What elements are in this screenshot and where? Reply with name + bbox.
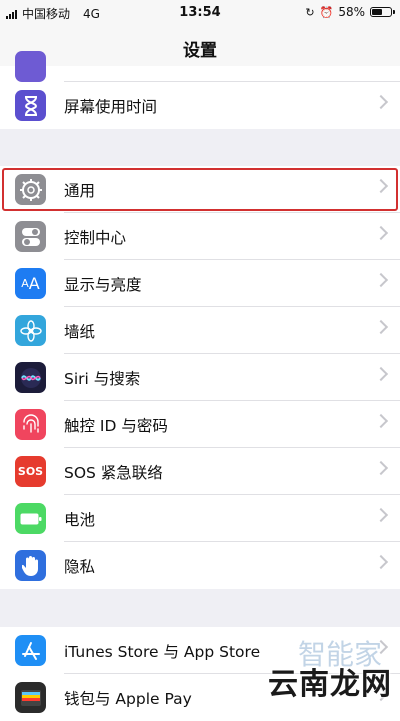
siri-icon (15, 362, 46, 393)
settings-row-label: 墙纸 (64, 322, 96, 341)
settings-row-battery[interactable]: 电池 (0, 495, 400, 542)
settings-row-sos[interactable]: SOS SOS 紧急联络 (0, 448, 400, 495)
text-size-icon: AA (15, 268, 46, 299)
highlight-box (2, 168, 398, 211)
partial-row-above (0, 51, 400, 82)
chevron-right-icon (373, 94, 389, 110)
settings-group-1: 屏幕使用时间 (0, 82, 400, 129)
flower-icon (15, 315, 46, 346)
wallet-icon (15, 682, 46, 713)
settings-row-display[interactable]: AA 显示与亮度 (0, 260, 400, 307)
chevron-right-icon (373, 225, 389, 241)
settings-row-label: 隐私 (64, 557, 96, 576)
navigation-bar: 设置 (0, 26, 400, 66)
settings-row-general[interactable]: 通用 (0, 166, 400, 213)
partial-icon (15, 51, 46, 82)
settings-group-2: 通用 控制中心 AA 显示与亮度 墙纸 Siri 与搜索 触控 ID 与密码 S… (0, 166, 400, 589)
chevron-right-icon (373, 554, 389, 570)
settings-row-wallpaper[interactable]: 墙纸 (0, 307, 400, 354)
settings-row-label: 钱包与 Apple Pay (64, 689, 192, 708)
battery-icon (15, 503, 46, 534)
chevron-right-icon (373, 272, 389, 288)
settings-row-label: SOS 紧急联络 (64, 463, 163, 482)
settings-row-label: 通用 (64, 181, 96, 200)
settings-row-touch-id[interactable]: 触控 ID 与密码 (0, 401, 400, 448)
status-right: ↻ ⏰ 58% (305, 5, 395, 19)
settings-row-siri[interactable]: Siri 与搜索 (0, 354, 400, 401)
settings-row-label: iTunes Store 与 App Store (64, 642, 261, 661)
chevron-right-icon (373, 460, 389, 476)
chevron-right-icon (373, 319, 389, 335)
battery-fill (372, 9, 382, 15)
sos-icon: SOS (15, 456, 46, 487)
settings-row-privacy[interactable]: 隐私 (0, 542, 400, 589)
settings-row-label: 电池 (64, 510, 96, 529)
settings-row-control-center[interactable]: 控制中心 (0, 213, 400, 260)
fingerprint-icon (15, 409, 46, 440)
alarm-icon: ⏰ (319, 5, 334, 19)
watermark: 云南龙网 (268, 667, 392, 702)
settings-row-label: 控制中心 (64, 228, 127, 247)
battery-percent: 58% (338, 5, 365, 19)
settings-row-label: 屏幕使用时间 (64, 97, 158, 116)
chevron-right-icon (373, 366, 389, 382)
hand-icon (15, 550, 46, 581)
app-store-icon (15, 635, 46, 666)
page-title: 设置 (183, 41, 217, 61)
status-bar: 中国移动 4G 13:54 ↻ ⏰ 58% (0, 0, 400, 26)
settings-row-screen-time[interactable]: 屏幕使用时间 (0, 82, 400, 129)
toggle-icon (15, 221, 46, 252)
battery-indicator-icon (370, 7, 395, 17)
chevron-right-icon (373, 413, 389, 429)
settings-row-label: 触控 ID 与密码 (64, 416, 168, 435)
chevron-right-icon (373, 178, 389, 194)
chevron-right-icon (373, 507, 389, 523)
gear-icon (15, 174, 46, 205)
settings-row-label: 显示与亮度 (64, 275, 142, 294)
rotation-lock-icon: ↻ (305, 5, 315, 19)
settings-row-label: Siri 与搜索 (64, 369, 141, 388)
hourglass-icon (15, 90, 46, 121)
